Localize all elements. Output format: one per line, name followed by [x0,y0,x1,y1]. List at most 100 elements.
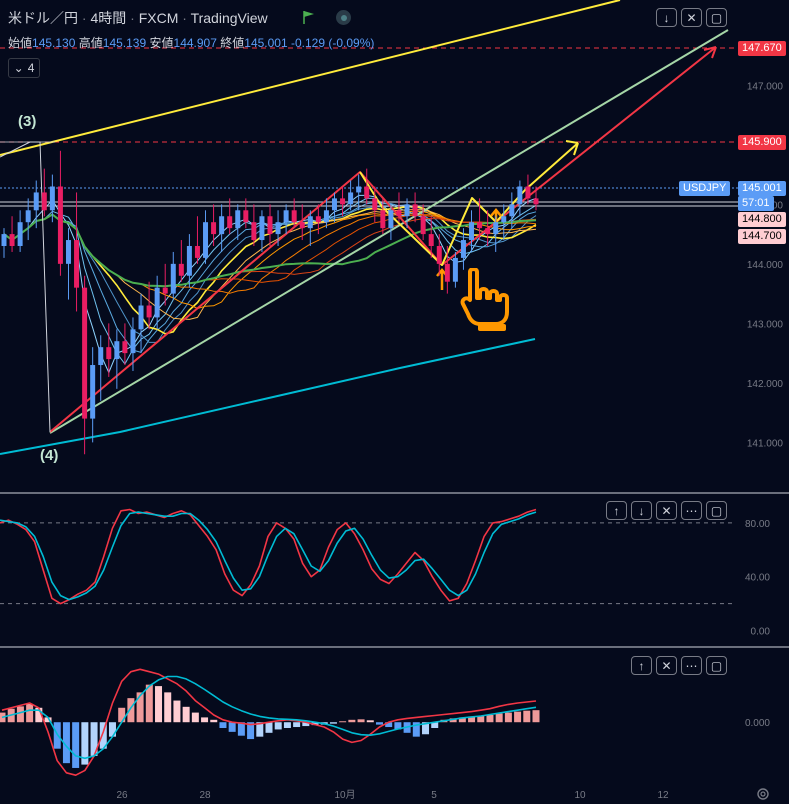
candle-body [251,222,257,241]
pointing-hand-icon [460,268,509,331]
gear-icon[interactable] [755,786,771,802]
macd-histogram-bar [495,713,503,723]
close-icon[interactable]: ✕ [656,656,677,675]
candle-body [219,216,225,235]
candle-body [267,216,273,235]
macd-histogram-bar [274,722,282,730]
candle-body [396,210,402,217]
macd-histogram-bar [293,722,301,728]
macd-histogram-bar [16,706,24,723]
candle-body [106,347,112,360]
arrow-down-icon[interactable]: ↓ [631,501,652,520]
maximize-icon[interactable]: ▢ [706,8,727,27]
stoch-tick-label: 40.00 [745,573,770,584]
candle-body [477,222,483,229]
candle-body [170,263,176,294]
macd-histogram-bar [265,722,273,733]
candle-body [428,234,434,246]
arrow-down-icon[interactable]: ↓ [656,8,677,27]
candle-body [533,198,539,205]
price-label-last: 145.001 [738,181,786,196]
candle-body [460,240,466,258]
wave-label-3: (3) [18,113,37,130]
market-status-icon [336,10,351,25]
macd-histogram-bar [375,722,383,725]
chart-header: 米ドル／円 · 4時間 · FXCM · TradingView [8,10,268,26]
y-tick-label: 144.000 [747,260,784,271]
candle-body [243,210,249,223]
stoch-tick-label: 0.00 [751,627,771,638]
candle-body [291,210,297,223]
macd-tick-label: 0.000 [745,718,770,729]
interval[interactable]: 4時間 [90,10,126,26]
y-tick-label: 142.000 [747,379,784,390]
y-tick-label: 143.000 [747,319,784,330]
x-tick-label: 26 [116,790,128,801]
candle-body [331,198,337,211]
candle-body [372,198,378,211]
candle-body [227,216,233,229]
macd-histogram-bar [486,715,494,723]
candle-body [444,263,450,282]
ohlc-values: 始値145.130 高値145.139 安値144.907 終値145.001 … [8,36,375,50]
price-label-level-a: 144.800 [738,212,786,227]
y-tick-label: 141.000 [747,438,784,449]
macd-pane-controls: ↑ ✕ ⋯ ▢ [631,656,727,675]
maximize-icon[interactable]: ▢ [706,501,727,520]
collapse-icon[interactable]: ✕ [681,8,702,27]
close-icon[interactable]: ✕ [656,501,677,520]
candle-body [388,210,394,229]
candle-body [82,287,88,419]
candle-body [25,210,31,223]
candle-body [154,287,160,318]
candle-body [211,222,217,235]
high-value: 145.139 [102,36,147,50]
macd-histogram-bar [145,684,153,723]
macd-histogram-bar [329,722,337,724]
macd-histogram-bar [348,719,356,723]
macd-histogram-bar [357,719,365,723]
macd-histogram-bar [164,692,172,723]
arrow-up-icon[interactable]: ↑ [631,656,652,675]
candle-body [138,305,144,330]
ticker-label: USDJPY [679,181,731,196]
macd-histogram-bar [118,707,126,723]
macd-histogram-bar [504,712,512,723]
chart-canvas[interactable]: 141.000142.000143.000144.000145.000146.0… [0,0,789,804]
collapse-icon[interactable]: ⋯ [681,501,702,520]
candle-body [275,222,281,235]
candle-body [98,347,104,366]
candle-body [41,192,47,211]
main-pane-controls: ↓ ✕ ▢ [656,8,727,27]
chevron-down-icon: ⌄ [13,61,24,75]
indicator-toggle-button[interactable]: ⌄ 4 [8,58,40,78]
stoch-pane-controls: ↑ ↓ ✕ ⋯ ▢ [606,501,727,520]
price-label-target-mid: 145.900 [738,135,786,150]
x-tick-label: 28 [199,790,211,801]
low-value: 144.907 [173,36,217,50]
candle-body [194,246,200,258]
candle-body [509,204,515,217]
macd-histogram-bar [366,720,374,723]
candle-body [380,210,386,229]
candle-body [74,240,80,288]
macd-histogram-bar [173,700,181,723]
candle-body [1,234,7,246]
countdown-label: 57:01 [738,196,774,211]
arrow-up-icon[interactable]: ↑ [606,501,627,520]
maximize-icon[interactable]: ▢ [706,656,727,675]
wave3-wave4-leg [0,141,51,433]
symbol-name[interactable]: 米ドル／円 [8,10,78,26]
candle-body [122,341,128,354]
candle-body [452,257,458,282]
collapse-icon[interactable]: ⋯ [681,656,702,675]
price-label-target-high: 147.670 [738,41,786,56]
candle-body [525,186,531,199]
candle-body [469,222,475,241]
close-value: 145.001 [244,36,288,50]
macd-histogram-bar [514,711,522,723]
candle-body [493,222,499,235]
macd-histogram-bar [191,712,199,723]
flag-icon[interactable] [303,10,315,24]
candle-body [420,216,426,235]
